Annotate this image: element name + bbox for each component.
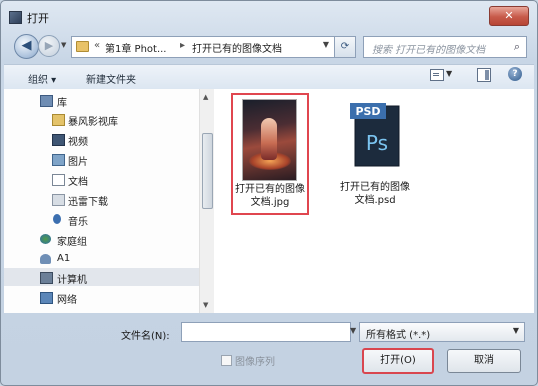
file-item-psd[interactable]: PSD Ps 打开已有的图像 文档.psd (329, 95, 421, 211)
view-options-icon[interactable] (430, 69, 444, 81)
breadcrumb-item[interactable]: 打开已有的图像文档 (192, 40, 282, 55)
history-dropdown-icon[interactable]: ▼ (61, 41, 66, 49)
file-item-jpg[interactable]: 打开已有的图像 文档.jpg (231, 93, 309, 215)
sidebar-item-video-library[interactable]: 暴风影视库 (4, 110, 199, 128)
file-name-line: 文档.jpg (250, 197, 290, 208)
thumbnail-figure (261, 118, 277, 160)
file-list: 打开已有的图像 文档.jpg PSD Ps 打开已有的图像 文档.psd (214, 89, 534, 313)
filetype-value: 所有格式 (*.*) (366, 330, 431, 341)
help-icon[interactable]: ? (508, 67, 522, 81)
open-button[interactable]: 打开(O) (362, 348, 434, 374)
ps-logo: Ps (366, 131, 388, 155)
forward-button[interactable]: ▶ (38, 35, 60, 57)
scrollbar-thumb[interactable] (202, 133, 213, 209)
homegroup-icon (40, 234, 51, 244)
sidebar-item-music[interactable]: 音乐 (4, 210, 199, 228)
sidebar-item-downloads[interactable]: 迅雷下载 (4, 190, 199, 208)
close-button[interactable]: ✕ (489, 6, 529, 26)
sidebar-item-label: 库 (57, 98, 67, 109)
title-bar: 打开 ✕ (1, 1, 537, 31)
music-icon (53, 214, 61, 224)
search-box[interactable]: 搜索 打开已有的图像文档 ⌕ (363, 36, 527, 58)
photoshop-file-icon: PSD Ps (350, 103, 400, 167)
file-name-line: 打开已有的图像 (235, 184, 305, 195)
sidebar-item-label: A1 (57, 253, 71, 264)
sidebar-scrollbar[interactable]: ▲ ▼ (199, 89, 214, 313)
app-icon (9, 11, 22, 24)
user-icon (40, 254, 51, 264)
video-library-icon (52, 114, 65, 126)
filename-label: 文件名(N): (121, 331, 170, 342)
sidebar-item-videos[interactable]: 视频 (4, 130, 199, 148)
network-icon (40, 292, 53, 304)
sidebar-item-label: 网络 (57, 295, 77, 306)
sidebar-item-user[interactable]: A1 (4, 250, 199, 268)
sidebar-item-label: 文档 (68, 177, 88, 188)
navigation-pane: 库 暴风影视库 视频 图片 文档 迅雷下载 音乐 家庭组 A1 计算机 网络 (4, 89, 200, 313)
sidebar-item-label: 计算机 (57, 275, 87, 286)
scroll-down-icon[interactable]: ▼ (203, 301, 208, 309)
breadcrumb-item[interactable]: 第1章 Phot... (105, 40, 166, 55)
sidebar-item-library[interactable]: 库 (4, 91, 199, 109)
view-dropdown-icon[interactable]: ▼ (446, 69, 452, 78)
sidebar-item-label: 图片 (68, 157, 88, 168)
search-input[interactable]: 搜索 打开已有的图像文档 (372, 41, 485, 56)
address-bar[interactable]: « 第1章 Phot... ▸ 打开已有的图像文档 ▼ (71, 36, 335, 58)
breadcrumb-separator-icon[interactable]: ▸ (180, 40, 185, 51)
search-icon[interactable]: ⌕ (514, 40, 520, 54)
psd-badge: PSD (355, 105, 380, 118)
image-sequence-checkbox[interactable] (221, 355, 232, 366)
sidebar-item-label: 暴风影视库 (68, 117, 118, 128)
scroll-up-icon[interactable]: ▲ (203, 93, 208, 101)
library-icon (40, 95, 53, 107)
filetype-select[interactable]: 所有格式 (*.*) ▼ (359, 322, 525, 342)
address-dropdown-icon[interactable]: ▼ (323, 40, 329, 49)
cancel-button[interactable]: 取消 (447, 349, 521, 373)
new-folder-button[interactable]: 新建文件夹 (86, 71, 136, 86)
sidebar-item-homegroup[interactable]: 家庭组 (4, 230, 199, 248)
pictures-icon (52, 154, 65, 166)
sidebar-item-computer[interactable]: 计算机 (4, 268, 199, 286)
video-icon (52, 134, 65, 146)
content-area: 库 暴风影视库 视频 图片 文档 迅雷下载 音乐 家庭组 A1 计算机 网络 ▲… (4, 89, 534, 313)
documents-icon (52, 174, 65, 186)
chevron-down-icon: ▼ (512, 326, 519, 335)
sidebar-item-label: 家庭组 (57, 237, 87, 248)
toolbar: 组织 ▾ 新建文件夹 (4, 64, 534, 90)
folder-icon (76, 41, 89, 52)
image-thumbnail (243, 100, 296, 180)
sidebar-item-label: 视频 (68, 137, 88, 148)
organize-menu[interactable]: 组织 ▾ (28, 71, 56, 86)
window-title: 打开 (27, 12, 49, 25)
sidebar-item-pictures[interactable]: 图片 (4, 150, 199, 168)
filename-input[interactable] (181, 322, 351, 342)
image-sequence-label: 图像序列 (235, 357, 275, 368)
file-name-line: 文档.psd (354, 195, 396, 206)
open-file-dialog: 打开 ✕ ◀ ▶ ▼ « 第1章 Phot... ▸ 打开已有的图像文档 ▼ ⟳… (0, 0, 538, 386)
sidebar-item-network[interactable]: 网络 (4, 288, 199, 306)
back-button[interactable]: ◀ (14, 34, 39, 59)
breadcrumb-overflow-icon[interactable]: « (94, 40, 100, 51)
sidebar-item-label: 迅雷下载 (68, 197, 108, 208)
sidebar-item-label: 音乐 (68, 217, 88, 228)
download-icon (52, 194, 65, 206)
file-name-line: 打开已有的图像 (340, 182, 410, 193)
preview-pane-icon[interactable] (477, 68, 491, 82)
refresh-button[interactable]: ⟳ (334, 36, 356, 58)
sidebar-item-documents[interactable]: 文档 (4, 170, 199, 188)
computer-icon (40, 272, 53, 284)
